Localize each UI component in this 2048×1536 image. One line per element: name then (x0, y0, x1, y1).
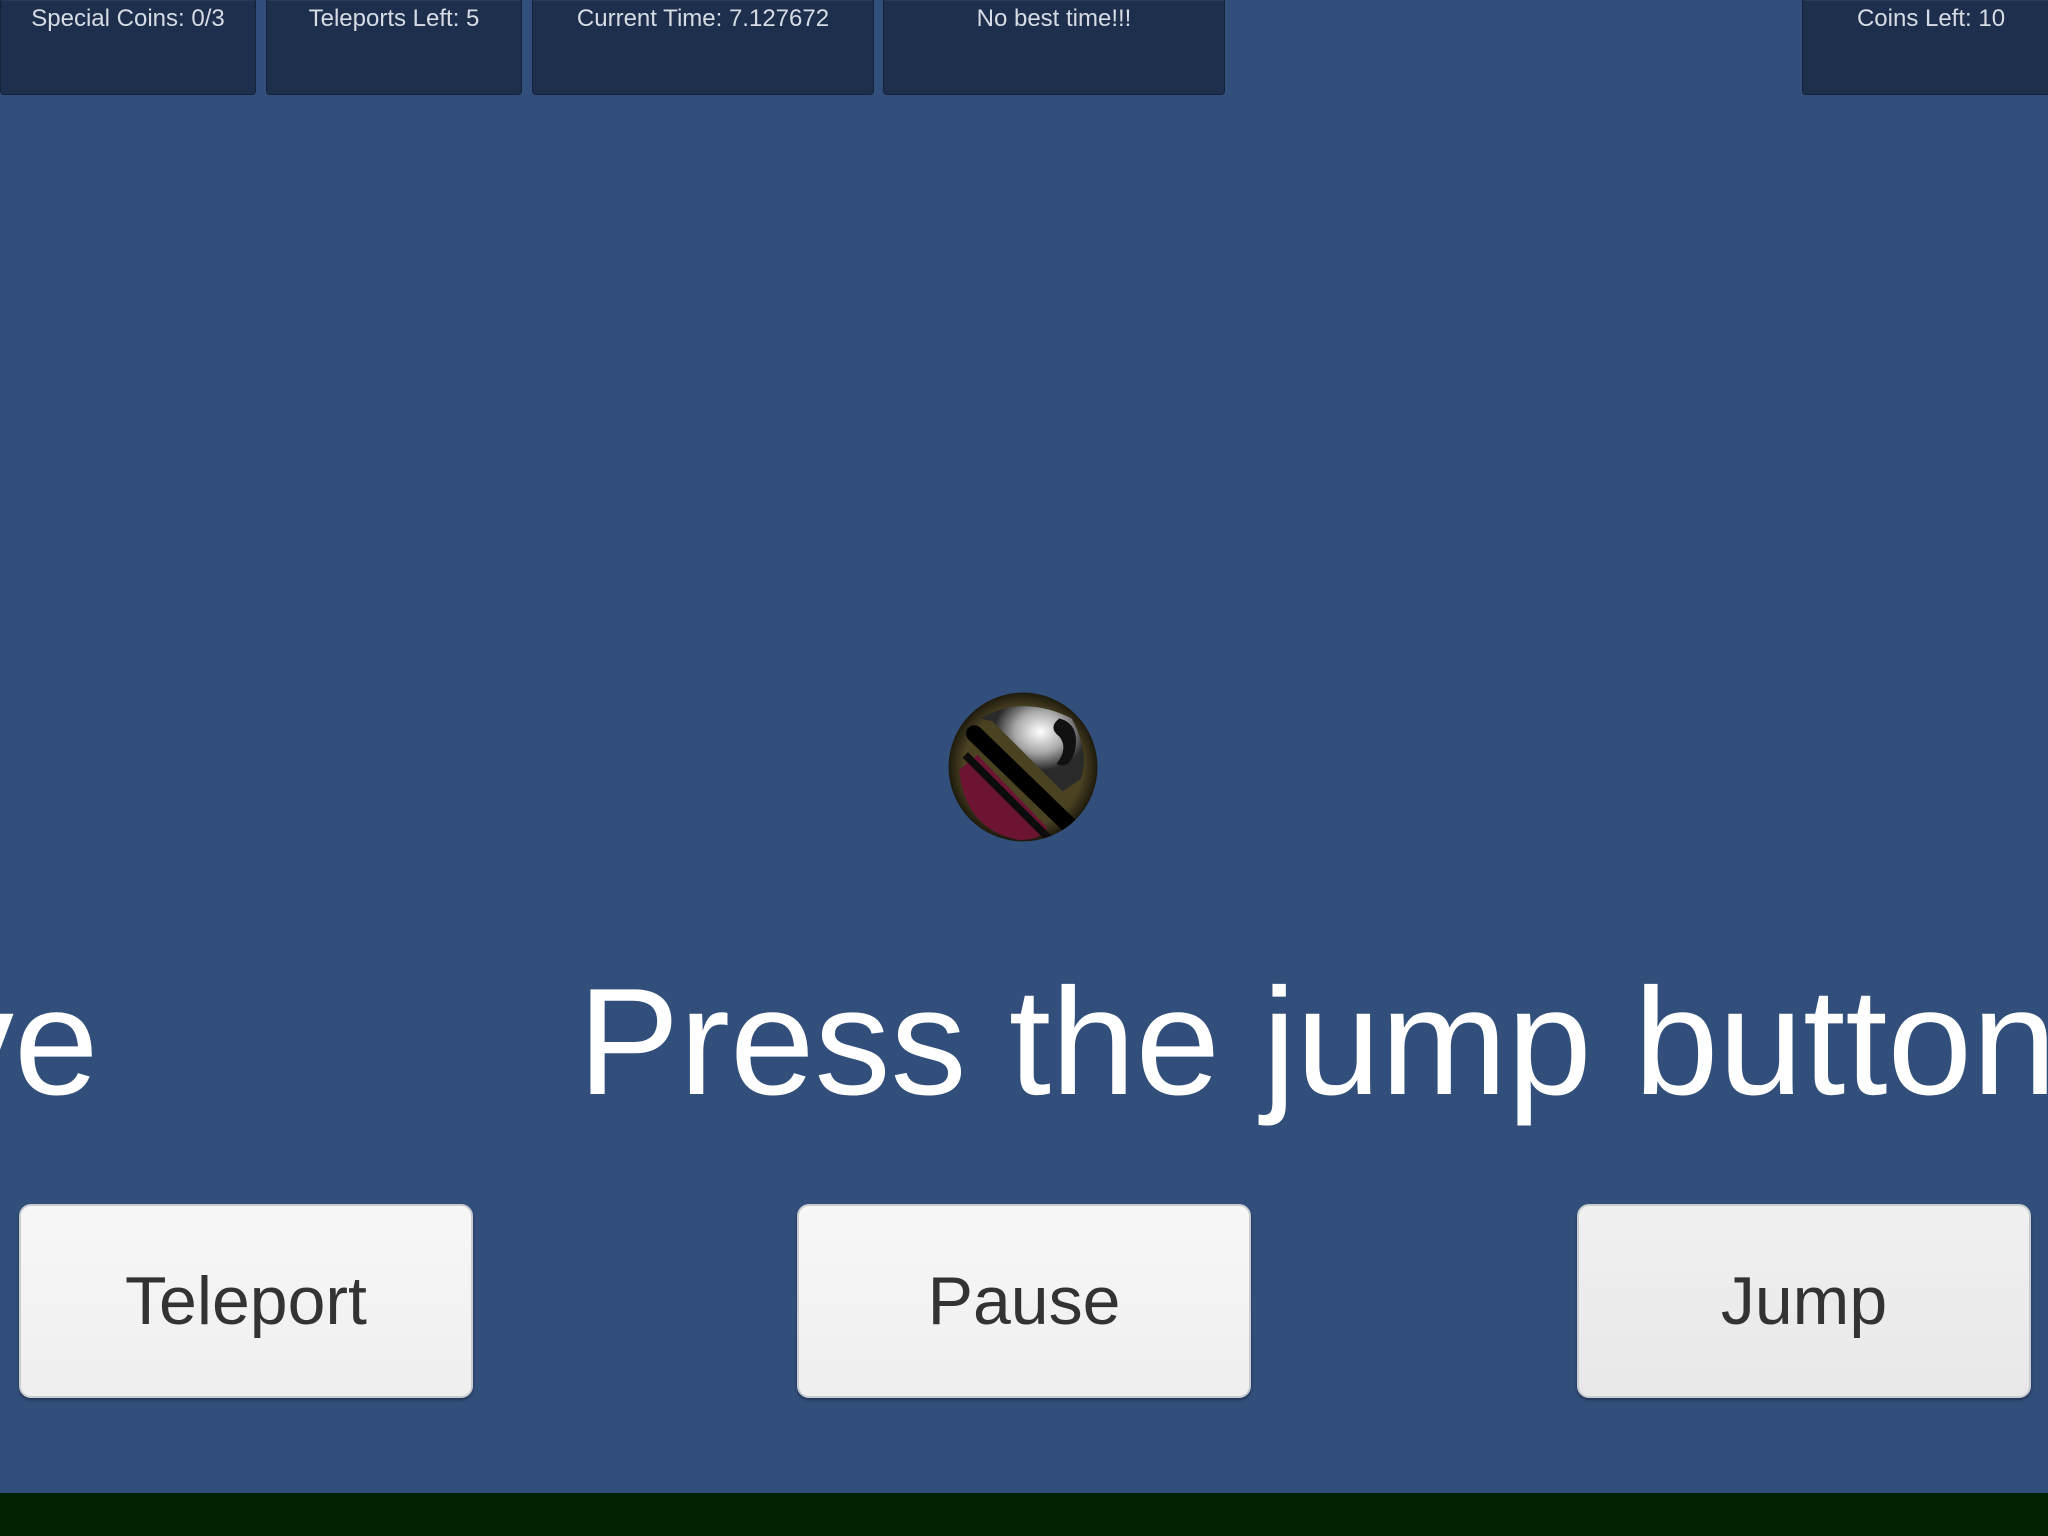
current-time-display: Current Time: 7.127672 (532, 0, 874, 95)
ground-strip (0, 1493, 2048, 1536)
coins-left-counter: Coins Left: 10 (1802, 0, 2048, 95)
tutorial-text: Press the jump button (578, 957, 2048, 1127)
best-time-display: No best time!!! (883, 0, 1225, 95)
player-ball (948, 692, 1098, 842)
special-coins-counter: Special Coins: 0/3 (0, 0, 256, 95)
teleports-left-counter: Teleports Left: 5 (266, 0, 522, 95)
teleport-button[interactable]: Teleport (19, 1204, 473, 1398)
pause-button[interactable]: Pause (797, 1204, 1251, 1398)
jump-button[interactable]: Jump (1577, 1204, 2031, 1398)
tutorial-text-previous: ve (0, 957, 99, 1127)
